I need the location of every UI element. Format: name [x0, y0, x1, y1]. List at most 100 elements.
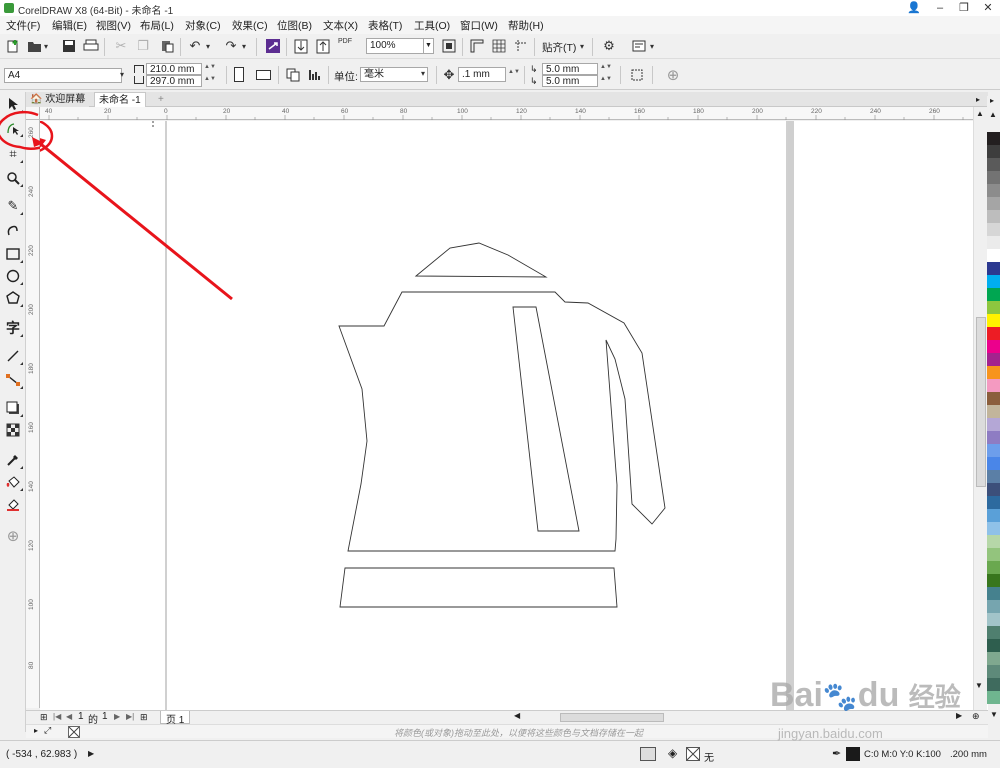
palette-swatch[interactable] [987, 509, 1000, 522]
account-icon[interactable]: 👤 [902, 0, 926, 16]
zoom-dropdown-icon[interactable]: ▼ [424, 38, 434, 54]
show-grid-icon[interactable] [490, 37, 508, 55]
cut-icon[interactable]: ✂ [112, 37, 130, 55]
page-height-field[interactable]: 297.0 mm [146, 75, 202, 87]
scroll-thumb[interactable] [976, 317, 986, 487]
menu-view[interactable]: 视图(V) [96, 18, 131, 33]
nudge-distance-field[interactable]: .1 mm [458, 67, 506, 82]
palette-swatch[interactable] [987, 574, 1000, 587]
all-pages-icon[interactable] [284, 66, 302, 84]
add-tool-icon[interactable]: ⊕ [3, 526, 23, 546]
last-page-icon[interactable]: ▶| [126, 712, 134, 721]
save-icon[interactable] [60, 37, 78, 55]
menu-table[interactable]: 表格(T) [368, 18, 402, 33]
ellipse-tool-icon[interactable] [3, 266, 23, 286]
palette-swatch[interactable] [987, 522, 1000, 535]
drawing-area[interactable] [40, 121, 988, 710]
palette-swatch[interactable] [987, 379, 1000, 392]
application-launcher-icon[interactable] [630, 37, 648, 55]
show-rulers-icon[interactable] [468, 37, 486, 55]
first-page-icon[interactable]: |◀ [53, 712, 61, 721]
copy-icon[interactable]: ❐ [134, 37, 152, 55]
palette-swatch[interactable] [987, 249, 1000, 262]
palette-swatch[interactable] [987, 652, 1000, 665]
duplicate-x-field[interactable]: 5.0 mm [542, 63, 598, 75]
palette-swatch[interactable] [987, 132, 1000, 145]
palette-swatch[interactable] [987, 184, 1000, 197]
duplicate-y-field[interactable]: 5.0 mm [542, 75, 598, 87]
page-width-field[interactable]: 210.0 mm [146, 63, 202, 75]
palette-swatch[interactable] [987, 275, 1000, 288]
palette-swatch[interactable] [987, 587, 1000, 600]
palette-swatch[interactable] [987, 470, 1000, 483]
rectangle-tool-icon[interactable] [3, 244, 23, 264]
palette-expand-icon[interactable]: ▸ [34, 726, 38, 735]
page-size-select[interactable]: A4 [4, 68, 122, 83]
interactive-fill-tool-icon[interactable] [3, 472, 23, 492]
palette-swatch[interactable] [987, 223, 1000, 236]
publish-pdf-button[interactable]: PDF [338, 38, 352, 46]
previous-page-icon[interactable]: ◀ [66, 712, 72, 721]
palette-swatch[interactable] [987, 236, 1000, 249]
add-icon[interactable]: ⊕ [664, 66, 682, 84]
units-select[interactable]: 毫米 [360, 67, 428, 82]
new-document-icon[interactable] [4, 37, 22, 55]
scroll-down-icon[interactable]: ▼ [975, 681, 983, 690]
horizontal-scroll-thumb[interactable] [560, 713, 664, 722]
text-tool-icon[interactable]: 字 [3, 318, 23, 338]
kettle-body[interactable] [338, 291, 666, 552]
search-content-icon[interactable] [264, 37, 282, 55]
menu-object[interactable]: 对象(C) [185, 18, 221, 33]
paste-icon[interactable] [158, 37, 176, 55]
transparency-tool-icon[interactable] [3, 420, 23, 440]
nudge-stepper[interactable]: ▲▼ [508, 69, 520, 75]
palette-swatch[interactable] [987, 561, 1000, 574]
palette-scroll-down-icon[interactable]: ▼ [988, 710, 1000, 724]
add-page-icon[interactable]: ⊞ [140, 712, 148, 723]
undo-icon[interactable]: ↶ [186, 37, 204, 55]
freehand-tool-icon[interactable]: ✎ [3, 196, 23, 216]
palette-swatch[interactable] [987, 210, 1000, 223]
palette-swatch[interactable] [987, 431, 1000, 444]
landscape-icon[interactable] [256, 70, 271, 80]
palette-scroll-up-icon[interactable]: ▸ [990, 96, 994, 105]
palette-swatch[interactable] [987, 392, 1000, 405]
zoom-navigator-icon[interactable]: ⊕ [972, 711, 980, 722]
palette-swatch[interactable] [987, 314, 1000, 327]
palette-swatch[interactable] [987, 665, 1000, 678]
vertical-ruler[interactable]: 260 240 220 200 180 160 140 120 100 80 [26, 120, 40, 708]
palette-swatch[interactable] [987, 535, 1000, 548]
palette-swatch[interactable] [987, 418, 1000, 431]
next-page-icon[interactable]: ▶ [114, 712, 120, 721]
palette-swatch[interactable] [987, 613, 1000, 626]
menu-effects[interactable]: 效果(C) [232, 18, 268, 33]
import-icon[interactable] [292, 37, 310, 55]
scroll-up-icon[interactable]: ▲ [976, 109, 984, 118]
palette-swatch[interactable] [987, 171, 1000, 184]
kettle-window[interactable] [512, 306, 580, 532]
eyedropper-icon[interactable]: ⤢ [44, 725, 51, 736]
palette-swatch[interactable] [987, 678, 1000, 691]
hscroll-left-icon[interactable]: ◀ [514, 711, 520, 720]
parallel-dimension-tool-icon[interactable] [3, 346, 23, 366]
eyedropper-tool-icon[interactable] [3, 450, 23, 470]
chevron-down-icon[interactable]: ▾ [44, 42, 48, 51]
palette-swatch[interactable] [987, 626, 1000, 639]
minimize-button[interactable]: – [928, 0, 952, 16]
menu-help[interactable]: 帮助(H) [508, 18, 544, 33]
drawing-canvas[interactable] [40, 121, 988, 710]
chevron-down-icon[interactable]: ▾ [242, 42, 246, 51]
page-tab-1[interactable]: 页 1 [160, 711, 191, 726]
redo-icon[interactable]: ↷ [222, 37, 240, 55]
palette-swatch[interactable] [987, 457, 1000, 470]
chevron-down-icon[interactable]: ▾ [120, 70, 124, 79]
width-stepper[interactable]: ▲▼ [204, 64, 216, 70]
tab-welcome[interactable]: 🏠 欢迎屏幕 [26, 92, 90, 107]
show-guidelines-icon[interactable] [512, 37, 530, 55]
page-nav-add-icon[interactable]: ⊞ [40, 712, 48, 723]
vertical-scrollbar[interactable]: ▲ ▼ [973, 107, 987, 710]
palette-swatch[interactable] [987, 691, 1000, 704]
menu-text[interactable]: 文本(X) [323, 18, 358, 33]
palette-swatch[interactable] [987, 145, 1000, 158]
maximize-button[interactable]: ❐ [952, 0, 976, 16]
